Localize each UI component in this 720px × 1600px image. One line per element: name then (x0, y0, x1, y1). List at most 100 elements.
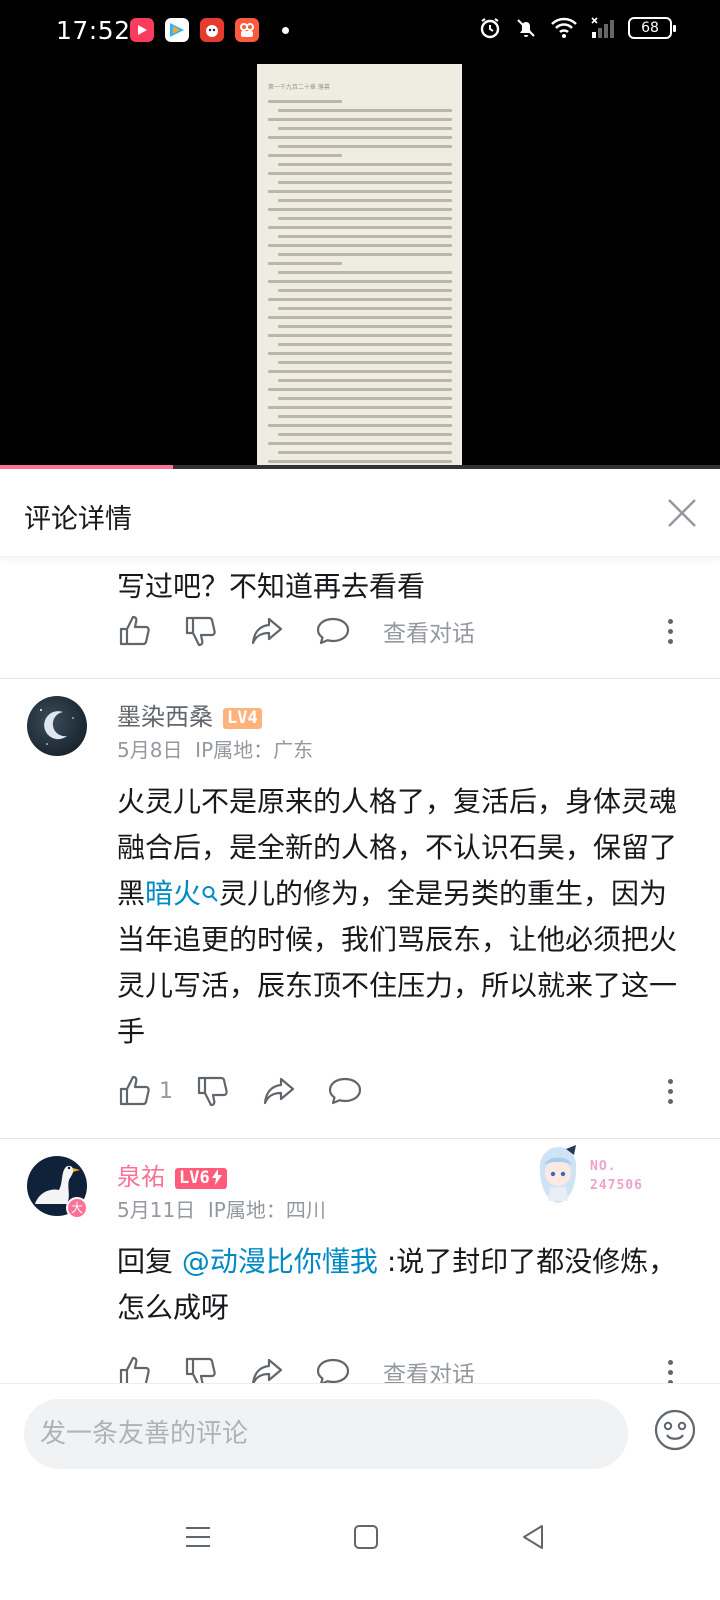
text-line (278, 109, 452, 112)
moon-icon (40, 709, 74, 745)
alarm-icon (480, 18, 500, 39)
view-dialog-link[interactable]: 查看对话 (383, 614, 475, 648)
share-button[interactable] (261, 1073, 297, 1109)
battery-indicator: 68 (628, 17, 676, 39)
text-line (278, 343, 452, 346)
level-text: LV6 (179, 1167, 210, 1188)
close-icon[interactable] (664, 495, 700, 531)
level-badge: LV4 (223, 707, 262, 729)
panel-title: 评论详情 (24, 504, 132, 535)
share-icon (263, 1077, 295, 1105)
comment-actions: 查看对话 (117, 1352, 475, 1383)
comment-bubble-icon (328, 1077, 362, 1105)
system-icons: 68 (478, 16, 676, 40)
view-dialog-link[interactable]: 查看对话 (383, 1355, 475, 1383)
username[interactable]: 墨染西桑 (117, 703, 213, 731)
video-player[interactable]: 第一千九百二十章 落幕 (0, 62, 720, 469)
divider (0, 1138, 720, 1139)
text-line (268, 406, 452, 409)
comment-meta: 5月11日 IP属地：四川 (117, 1194, 326, 1223)
comment-actions: 查看对话 (117, 611, 475, 651)
status-time: 17:52 (56, 16, 131, 45)
text-line (268, 388, 452, 391)
more-options-button[interactable] (666, 1360, 674, 1383)
reply-button[interactable] (327, 1073, 363, 1109)
emoji-icon[interactable] (654, 1409, 696, 1451)
text-line (278, 217, 452, 220)
keyword-text: 暗火 (145, 877, 202, 910)
signal-icon (591, 17, 614, 38)
text-line (278, 289, 452, 292)
like-button[interactable] (117, 1354, 153, 1383)
comment-list[interactable]: 写过吧？不知道再去看看 查看对话 墨染西桑 LV4 5月8日 IP属地：广东 火… (0, 557, 720, 1383)
thumbs-down-icon (185, 616, 216, 647)
comment-actions: 1 (117, 1071, 393, 1111)
like-button[interactable] (117, 613, 153, 649)
home-icon[interactable] (350, 1521, 382, 1553)
mention-link[interactable]: @动漫比你懂我 (182, 1245, 378, 1278)
text-line (268, 154, 342, 157)
notification-icons (130, 18, 289, 42)
video-app-icon (130, 18, 154, 42)
reply-button[interactable] (315, 613, 351, 649)
comment-input-bar: 发一条友善的评论 (0, 1383, 720, 1483)
text-line (278, 307, 452, 310)
more-options-button[interactable] (666, 619, 674, 644)
fan-number-prefix: NO. (590, 1159, 617, 1174)
comment-input[interactable]: 发一条友善的评论 (24, 1399, 628, 1469)
share-button[interactable] (249, 1354, 285, 1383)
level-badge: LV6 (175, 1167, 227, 1189)
comment-text: 回复 @动漫比你懂我 :说了封印了都没修炼，怎么成呀 (117, 1239, 687, 1331)
more-notifications-dot (282, 26, 289, 34)
dislike-button[interactable] (195, 1073, 231, 1109)
camera-app-icon (235, 18, 259, 42)
comment-text: 火灵儿不是原来的人格了，复活后，身体灵魂融合后，是全新的人格，不认识石昊，保留了… (117, 779, 687, 1055)
username[interactable]: 泉祐 (117, 1163, 165, 1191)
thumbs-down-icon (185, 1357, 216, 1383)
share-icon (252, 1358, 283, 1383)
anime-girl-badge-icon (539, 1145, 577, 1203)
video-frame-novel-page: 第一千九百二十章 落幕 (257, 64, 462, 469)
back-icon[interactable] (518, 1521, 550, 1553)
text-line (268, 316, 452, 319)
dog-app-icon (200, 18, 224, 42)
reply-prefix: 回复 (117, 1245, 182, 1278)
share-button[interactable] (249, 613, 285, 649)
search-keyword-link[interactable]: 暗火 (145, 877, 219, 910)
username-row: 泉祐 LV6 (117, 1157, 227, 1192)
comment-bubble-icon (316, 1358, 350, 1383)
more-options-button[interactable] (666, 1079, 674, 1104)
text-line (278, 379, 452, 382)
divider (0, 678, 720, 679)
text-line (278, 127, 452, 130)
fan-badge[interactable]: NO. 247506 (530, 1143, 660, 1207)
ip-location: IP属地：广东 (195, 738, 314, 762)
thumbs-up-icon (119, 1356, 150, 1383)
thumbs-up-icon (119, 1075, 150, 1106)
text-line (268, 352, 452, 355)
text-line (268, 424, 452, 427)
lightning-icon (211, 1168, 222, 1185)
text-line (268, 172, 452, 175)
fan-number-value: 247506 (590, 1178, 643, 1193)
text-line (278, 199, 452, 202)
text-line (268, 442, 452, 445)
dislike-button[interactable] (183, 613, 219, 649)
text-line (278, 181, 452, 184)
text-line (268, 334, 452, 337)
mute-icon (517, 19, 535, 37)
text-line (268, 244, 452, 247)
status-bar: 17:52 68 (0, 0, 720, 62)
text-line (268, 280, 452, 283)
reply-button[interactable] (315, 1354, 351, 1383)
text-line (278, 145, 452, 148)
dislike-button[interactable] (183, 1354, 219, 1383)
like-button[interactable]: 1 (117, 1073, 173, 1109)
avatar[interactable] (27, 696, 87, 756)
comment-text: 写过吧？不知道再去看看 (117, 570, 426, 603)
text-line (268, 118, 452, 121)
menu-icon[interactable] (182, 1521, 214, 1553)
panel-header: 评论详情 (0, 469, 720, 557)
username-row: 墨染西桑 LV4 (117, 697, 262, 732)
thumbs-down-icon (197, 1076, 228, 1107)
